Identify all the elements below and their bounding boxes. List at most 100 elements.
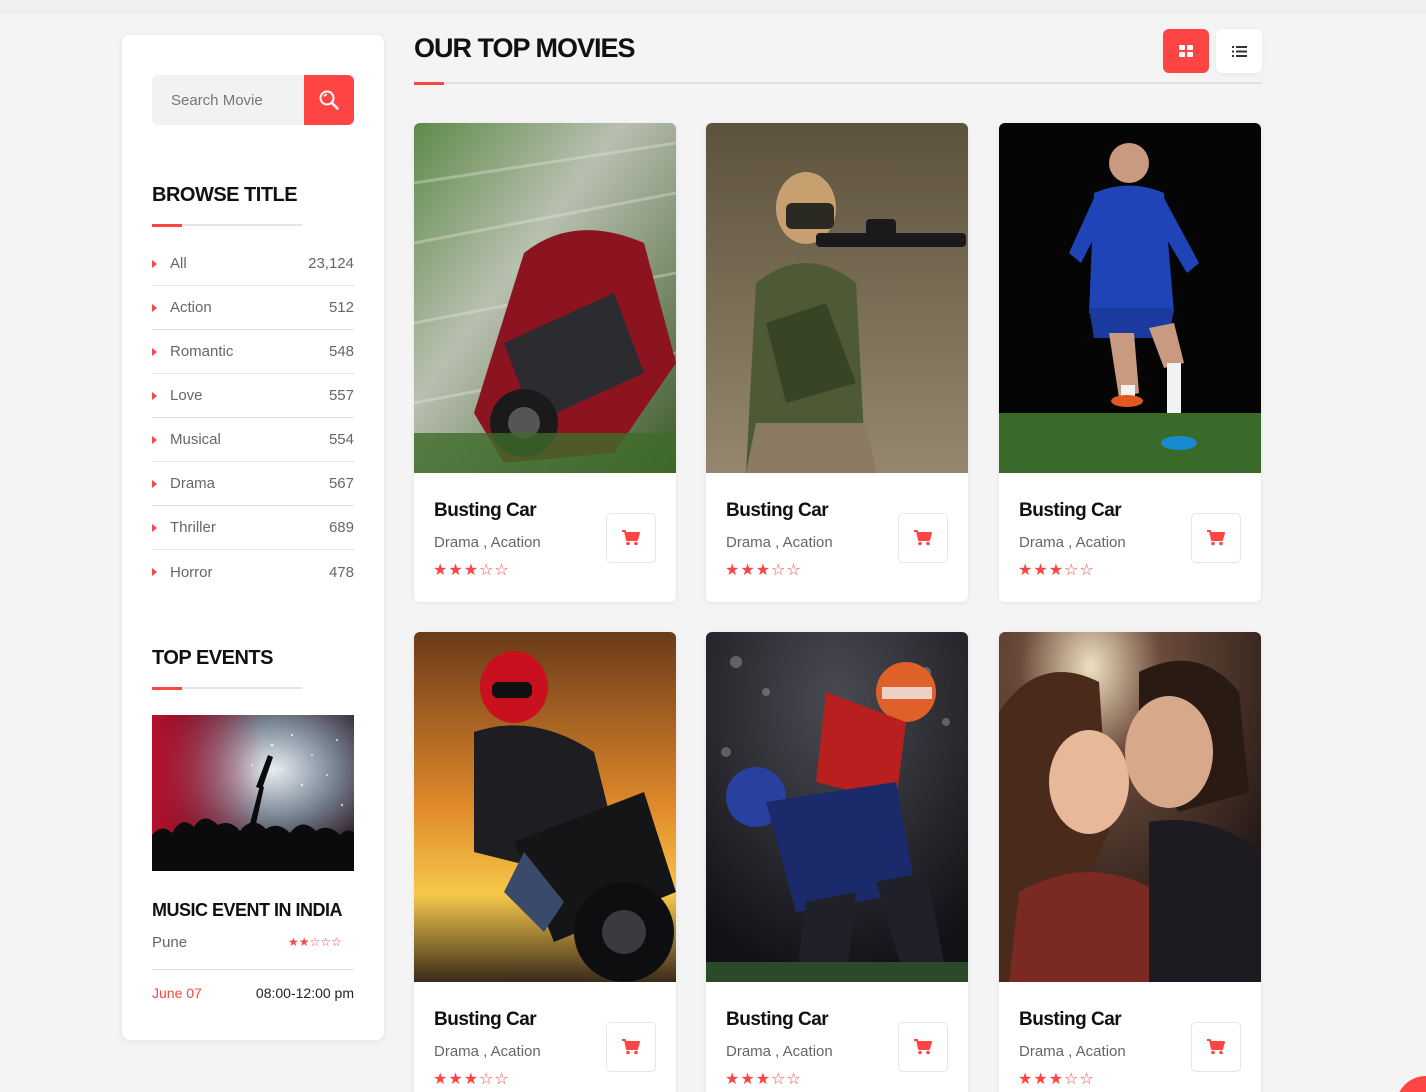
movie-card[interactable]: Busting Car Drama , Acation ★★★☆☆ [706, 632, 968, 1092]
football-players-photo-icon [706, 632, 968, 982]
movie-rating-stars: ★★★☆☆ [725, 560, 802, 579]
movie-poster[interactable] [999, 632, 1261, 982]
movie-genre: Drama , Acation [726, 534, 833, 551]
grid-view-button[interactable] [1163, 29, 1209, 73]
movie-poster[interactable] [414, 123, 676, 473]
caret-right-icon [152, 523, 157, 532]
grid-icon [1179, 45, 1193, 57]
sidebar: BROWSE TITLE All 23,124 Action 512 Romantic 5… [122, 35, 384, 1040]
cart-icon [914, 530, 932, 546]
category-item[interactable]: Love 557 [152, 374, 354, 418]
concert-crowd-image[interactable] [152, 715, 354, 871]
cart-icon [622, 530, 640, 546]
movie-card[interactable]: Busting Car Drama , Acation ★★★☆☆ [414, 632, 676, 1092]
add-to-cart-button[interactable] [1191, 513, 1241, 563]
category-count: 554 [328, 431, 354, 448]
caret-right-icon [152, 303, 157, 312]
event-title[interactable]: MUSIC EVENT IN INDIA [152, 900, 343, 921]
movie-rating-stars: ★★★☆☆ [1018, 560, 1095, 579]
list-icon [1231, 45, 1247, 57]
search-input[interactable] [152, 75, 304, 125]
category-label-wrap: Love [152, 387, 203, 404]
movie-poster[interactable] [999, 123, 1261, 473]
movie-title[interactable]: Busting Car [1019, 500, 1122, 522]
category-count: 512 [328, 299, 354, 316]
movie-rating-stars: ★★★☆☆ [433, 560, 510, 579]
paintball-girl-photo-icon [706, 123, 968, 473]
movie-title[interactable]: Busting Car [726, 1009, 829, 1031]
add-to-cart-button[interactable] [606, 513, 656, 563]
motorcycle-rider-photo-icon [414, 632, 676, 982]
caret-right-icon [152, 568, 157, 576]
category-label: Love [170, 387, 203, 404]
add-to-cart-button[interactable] [606, 1022, 656, 1072]
category-count: 23,124 [308, 255, 354, 272]
movie-card[interactable]: Busting Car Drama , Acation ★★★☆☆ [999, 632, 1261, 1092]
search-box [152, 75, 354, 125]
couple-kiss-photo-icon [999, 632, 1261, 982]
movie-card[interactable]: Busting Car Drama , Acation ★★★☆☆ [706, 123, 968, 602]
movie-rating-stars: ★★★☆☆ [433, 1069, 510, 1088]
movie-rating-stars: ★★★☆☆ [725, 1069, 802, 1088]
search-button[interactable] [304, 75, 354, 125]
category-count: 557 [328, 387, 354, 404]
event-date: June 07 [152, 985, 202, 1001]
top-bar [0, 0, 1426, 14]
category-label: All [170, 255, 187, 272]
movie-poster[interactable] [706, 632, 968, 982]
category-item[interactable]: All 23,124 [152, 242, 354, 286]
add-to-cart-button[interactable] [1191, 1022, 1241, 1072]
cart-icon [622, 1039, 640, 1055]
category-label-wrap: Thriller [152, 519, 216, 536]
event-city: Pune [152, 934, 188, 951]
title-underline [414, 82, 1262, 85]
add-to-cart-button[interactable] [898, 1022, 948, 1072]
category-count: 689 [328, 519, 354, 536]
category-label-wrap: Horror [152, 564, 213, 581]
cart-icon [914, 1039, 932, 1055]
concert-crowd-photo-icon [152, 715, 354, 871]
category-item[interactable]: Drama 567 [152, 462, 354, 506]
caret-right-icon [152, 479, 157, 488]
movie-title[interactable]: Busting Car [726, 500, 829, 522]
movie-card[interactable]: Busting Car Drama , Acation ★★★☆☆ [999, 123, 1261, 602]
category-label: Musical [170, 431, 221, 448]
movie-genre: Drama , Acation [434, 1043, 541, 1060]
top-events-heading: TOP EVENTS [152, 647, 273, 669]
category-label: Action [170, 299, 212, 316]
category-item[interactable]: Horror 478 [152, 550, 354, 594]
category-item[interactable]: Romantic 548 [152, 330, 354, 374]
category-count: 548 [328, 343, 354, 360]
category-item[interactable]: Musical 554 [152, 418, 354, 462]
search-icon [319, 90, 339, 110]
category-list: All 23,124 Action 512 Romantic 548 Love 557 Musi… [152, 242, 354, 594]
caret-right-icon [152, 259, 157, 268]
caret-right-icon [152, 347, 157, 356]
event-time: 08:00-12:00 pm [255, 985, 354, 1001]
caret-right-icon [152, 391, 157, 400]
add-to-cart-button[interactable] [898, 513, 948, 563]
movie-poster[interactable] [706, 123, 968, 473]
caret-right-icon [152, 435, 157, 444]
category-item[interactable]: Thriller 689 [152, 506, 354, 550]
category-item[interactable]: Action 512 [152, 286, 354, 330]
category-label-wrap: Musical [152, 431, 221, 448]
list-view-button[interactable] [1216, 29, 1262, 73]
category-label: Drama [170, 475, 216, 492]
movie-card[interactable]: Busting Car Drama , Acation ★★★☆☆ [414, 123, 676, 602]
movie-title[interactable]: Busting Car [434, 500, 537, 522]
cart-icon [1207, 530, 1225, 546]
movie-genre: Drama , Acation [1019, 1043, 1126, 1060]
movie-genre: Drama , Acation [1019, 534, 1126, 551]
movie-title[interactable]: Busting Car [434, 1009, 537, 1031]
page-title: OUR TOP MOVIES [414, 33, 636, 63]
movie-genre: Drama , Acation [726, 1043, 833, 1060]
events-heading-underline [152, 687, 302, 690]
category-label: Romantic [170, 343, 234, 360]
soccer-player-photo-icon [999, 123, 1261, 473]
browse-heading-underline [152, 224, 302, 227]
movie-title[interactable]: Busting Car [1019, 1009, 1122, 1031]
scroll-top-button[interactable] [1396, 1076, 1426, 1092]
movie-poster[interactable] [414, 632, 676, 982]
movie-genre: Drama , Acation [434, 534, 541, 551]
